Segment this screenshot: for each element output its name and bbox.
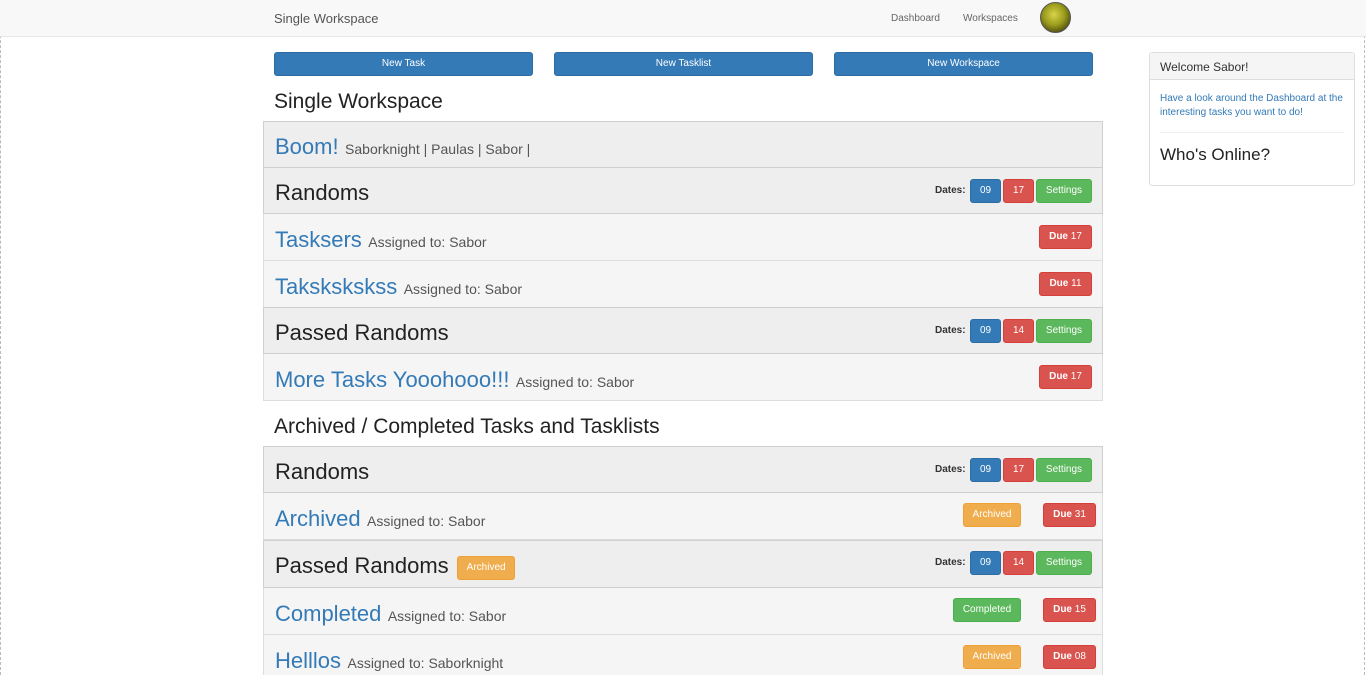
assignee: Sabor xyxy=(449,234,487,250)
due-badge[interactable]: Due 11 xyxy=(1039,272,1092,296)
workspace-members: Saborknight | Paulas | Sabor | xyxy=(345,141,531,157)
task-name-link[interactable]: Helllos xyxy=(275,648,341,673)
completed-badge[interactable]: Completed xyxy=(953,598,1021,622)
welcome-panel: Welcome Sabor! Have a look around the Da… xyxy=(1149,52,1355,186)
settings-button[interactable]: Settings xyxy=(1036,551,1092,575)
task-name-link[interactable]: More Tasks Yooohooo!!! xyxy=(275,367,509,392)
assignee: Sabor xyxy=(484,281,523,297)
dashboard-hint-link[interactable]: Have a look around the Dashboard at the … xyxy=(1160,92,1344,120)
tasklist-name[interactable]: Passed Randoms xyxy=(275,320,449,345)
panel-divider xyxy=(1160,132,1344,133)
dates-label: Dates: xyxy=(935,464,966,475)
new-workspace-button[interactable]: New Workspace xyxy=(834,52,1093,76)
nav-dashboard-link[interactable]: Dashboard xyxy=(891,13,940,24)
start-date-button[interactable]: 09 xyxy=(970,458,1001,482)
end-date-button[interactable]: 14 xyxy=(1003,551,1034,575)
welcome-heading: Welcome Sabor! xyxy=(1150,53,1354,80)
settings-button[interactable]: Settings xyxy=(1036,458,1092,482)
task-row: Helllos Assigned to: Saborknight Archive… xyxy=(263,635,1103,675)
task-row: More Tasks Yooohooo!!! Assigned to: Sabo… xyxy=(263,354,1103,401)
dates-label: Dates: xyxy=(935,325,966,336)
end-date-button[interactable]: 14 xyxy=(1003,319,1034,343)
start-date-button[interactable]: 09 xyxy=(970,319,1001,343)
workspace-row: Boom! Saborknight | Paulas | Sabor | xyxy=(263,121,1103,168)
end-date-button[interactable]: 17 xyxy=(1003,179,1034,203)
assignee: Saborknight xyxy=(428,655,504,671)
nav-workspaces-link[interactable]: Workspaces xyxy=(963,13,1018,24)
task-name-link[interactable]: Archived xyxy=(275,506,361,531)
due-badge[interactable]: Due 31 xyxy=(1043,503,1096,527)
archived-badge[interactable]: Archived xyxy=(963,503,1021,527)
assigned-label: Assigned to: xyxy=(387,608,465,624)
assigned-label: Assigned to: xyxy=(347,655,425,671)
new-tasklist-button[interactable]: New Tasklist xyxy=(554,52,813,76)
assigned-label: Assigned to: xyxy=(367,513,445,529)
tasklist-row: Randoms Dates: 09 17 Settings xyxy=(263,167,1103,214)
end-date-button[interactable]: 17 xyxy=(1003,458,1034,482)
settings-button[interactable]: Settings xyxy=(1036,179,1092,203)
assigned-label: Assigned to: xyxy=(403,281,481,297)
due-badge[interactable]: Due 08 xyxy=(1043,645,1096,669)
navbar: Single Workspace Dashboard Workspaces xyxy=(0,0,1366,37)
task-row: Tasksers Assigned to: Sabor Due 17 xyxy=(263,214,1103,261)
archived-tasklist-row: Passed Randoms Archived Dates: 09 14 Set… xyxy=(263,540,1103,588)
assigned-label: Assigned to: xyxy=(368,234,446,250)
navbar-brand[interactable]: Single Workspace xyxy=(274,11,379,26)
left-dashed-edge xyxy=(0,0,1,675)
assignee: Sabor xyxy=(468,608,507,624)
task-name-link[interactable]: Takskskskss xyxy=(275,274,397,299)
tasklist-row: Passed Randoms Dates: 09 14 Settings xyxy=(263,307,1103,354)
new-task-button[interactable]: New Task xyxy=(274,52,533,76)
archived-tasklist-row: Randoms Dates: 09 17 Settings xyxy=(263,446,1103,493)
start-date-button[interactable]: 09 xyxy=(970,551,1001,575)
right-dashed-edge xyxy=(1364,0,1365,675)
assignee: Sabor xyxy=(448,513,486,529)
task-name-link[interactable]: Tasksers xyxy=(275,227,362,252)
task-row: Takskskskss Assigned to: Sabor Due 11 xyxy=(263,261,1103,308)
assigned-label: Assigned to: xyxy=(515,374,593,390)
whos-online-heading: Who's Online? xyxy=(1160,145,1271,164)
archive-section-title: Archived / Completed Tasks and Tasklists xyxy=(274,415,660,438)
due-badge[interactable]: Due 17 xyxy=(1039,225,1092,249)
page-title: Single Workspace xyxy=(274,90,443,113)
archived-badge[interactable]: Archived xyxy=(457,556,516,580)
start-date-button[interactable]: 09 xyxy=(970,179,1001,203)
task-name-link[interactable]: Completed xyxy=(275,601,381,626)
task-row: Completed Assigned to: Sabor Completed D… xyxy=(263,588,1103,635)
task-row: Archived Assigned to: Sabor Archived Due… xyxy=(263,493,1103,540)
workspace-name-link[interactable]: Boom! xyxy=(275,134,339,159)
tasklist-name[interactable]: Passed Randoms xyxy=(275,553,449,578)
tasklist-name[interactable]: Randoms xyxy=(275,459,369,484)
archived-badge[interactable]: Archived xyxy=(963,645,1021,669)
due-badge[interactable]: Due 17 xyxy=(1039,365,1092,389)
dates-label: Dates: xyxy=(935,557,966,568)
user-avatar[interactable] xyxy=(1040,2,1071,33)
settings-button[interactable]: Settings xyxy=(1036,319,1092,343)
tasklist-name[interactable]: Randoms xyxy=(275,180,369,205)
due-badge[interactable]: Due 15 xyxy=(1043,598,1096,622)
dates-label: Dates: xyxy=(935,185,966,196)
assignee: Sabor xyxy=(596,374,635,390)
